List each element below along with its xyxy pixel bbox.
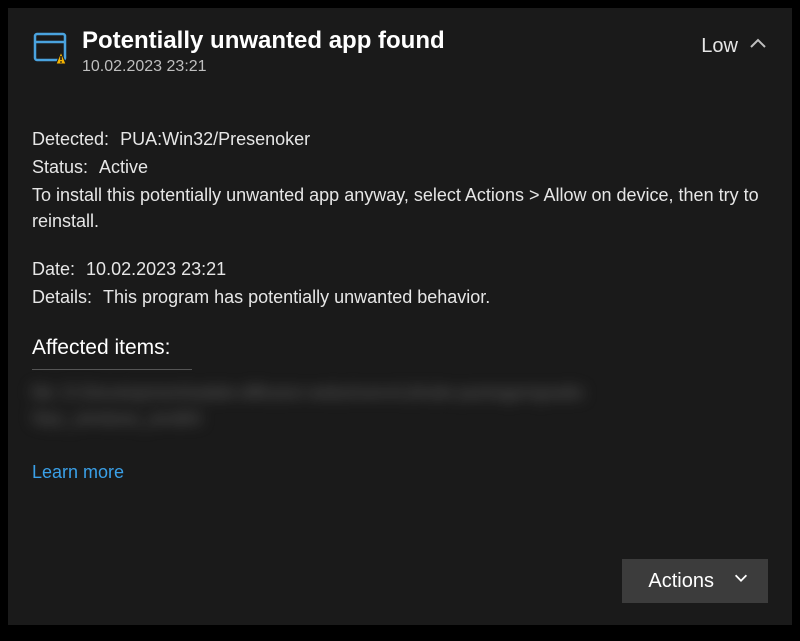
affected-items-heading: Affected items: (32, 333, 768, 363)
chevron-down-icon (732, 569, 750, 593)
panel-body: Detected: PUA:Win32/Presenoker Status: A… (32, 126, 768, 485)
date-row: Date: 10.02.2023 23:21 (32, 256, 768, 282)
detected-value: PUA:Win32/Presenoker (120, 129, 310, 149)
threat-timestamp: 10.02.2023 23:21 (82, 58, 687, 76)
browser-warning-icon (32, 30, 68, 71)
learn-more-link[interactable]: Learn more (32, 459, 124, 485)
panel-header: Potentially unwanted app found 10.02.202… (32, 26, 768, 76)
affected-item: file: D:\Development\stable-diffusion-we… (32, 380, 768, 406)
heading-underline (32, 369, 192, 370)
actions-button-label: Actions (648, 570, 714, 593)
status-row: Status: Active (32, 154, 768, 180)
severity-label: Low (701, 35, 738, 58)
details-row: Details: This program has potentially un… (32, 284, 768, 310)
affected-item: \frpc_windows_amd64 (32, 406, 768, 432)
date-value: 10.02.2023 23:21 (86, 259, 226, 279)
header-right[interactable]: Low (701, 34, 768, 59)
detected-row: Detected: PUA:Win32/Presenoker (32, 126, 768, 152)
details-value: This program has potentially unwanted be… (103, 287, 490, 307)
date-label: Date: (32, 259, 75, 279)
details-label: Details: (32, 287, 92, 307)
actions-button[interactable]: Actions (622, 559, 768, 603)
status-value: Active (99, 157, 148, 177)
status-label: Status: (32, 157, 88, 177)
threat-title: Potentially unwanted app found (82, 26, 687, 56)
header-text: Potentially unwanted app found 10.02.202… (82, 26, 687, 76)
threat-detail-panel: Potentially unwanted app found 10.02.202… (8, 8, 792, 625)
chevron-up-icon[interactable] (748, 34, 768, 59)
panel-footer: Actions (32, 559, 768, 603)
instructions-text: To install this potentially unwanted app… (32, 182, 768, 234)
detected-label: Detected: (32, 129, 109, 149)
affected-items-list: file: D:\Development\stable-diffusion-we… (32, 380, 768, 431)
